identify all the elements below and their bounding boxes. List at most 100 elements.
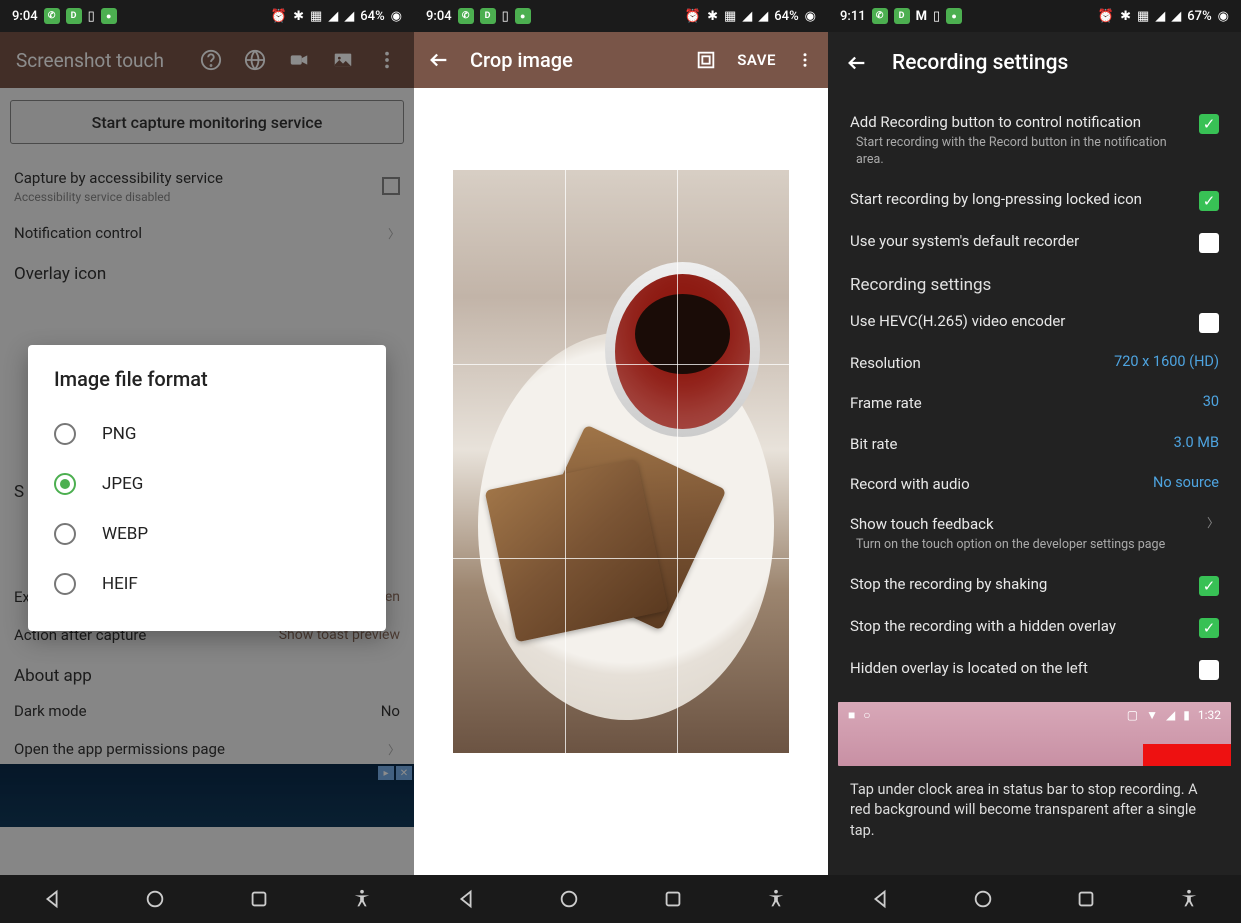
whatsapp-icon: ✆	[458, 8, 474, 24]
checkbox-checked-icon[interactable]: ✓	[1199, 114, 1219, 134]
checkbox-checked-icon[interactable]: ✓	[1199, 576, 1219, 596]
signal2-icon: ◢	[1171, 9, 1181, 24]
crop-toolbar: Crop image SAVE	[414, 32, 828, 88]
checkbox-icon[interactable]	[1199, 233, 1219, 253]
demo-preview: ■ ○ ▢ ▼ ◢ ▮ 1:32	[838, 702, 1231, 766]
phone-2-crop: 9:04 ✆ D ▯ ● ⏰ ✱ ▦ ◢ ◢ 64% ◉ Crop image …	[414, 0, 828, 923]
accessibility-icon[interactable]	[1178, 888, 1200, 910]
battery-icon: ◉	[1218, 9, 1229, 24]
back-icon[interactable]	[869, 888, 891, 910]
rec-icon: ○	[863, 708, 870, 722]
home-icon[interactable]	[144, 888, 166, 910]
settings-body: Add Recording button to control notifica…	[828, 94, 1241, 875]
recents-icon[interactable]	[662, 888, 684, 910]
battery-pct: 64%	[360, 9, 384, 24]
battery-icon: ◉	[391, 9, 402, 24]
radio-option-png[interactable]: PNG	[54, 409, 360, 459]
status-time: 9:11	[840, 9, 866, 24]
app-badge-icon: D	[480, 8, 496, 24]
video-icon: ■	[848, 708, 855, 722]
checkbox-icon[interactable]	[1199, 660, 1219, 680]
crop-canvas[interactable]	[414, 88, 828, 875]
back-icon[interactable]	[41, 888, 63, 910]
radio-label: PNG	[102, 424, 136, 444]
nav-bar	[0, 875, 414, 923]
radio-label: WEBP	[102, 524, 148, 544]
settings-toolbar: Recording settings	[828, 32, 1241, 94]
alarm-icon: ⏰	[1098, 9, 1114, 24]
hevc-row[interactable]: Use HEVC(H.265) video encoder	[850, 301, 1219, 343]
crop-handle-br[interactable]	[766, 730, 791, 755]
status-bar: 9:11 ✆ D M ▯ ● ⏰ ✱ ▦ ◢ ◢ 67% ◉	[828, 0, 1241, 32]
image-format-dialog: Image file format PNG JPEG WEBP HEIF	[28, 345, 386, 631]
row-value: No source	[1153, 474, 1219, 491]
touch-feedback-row[interactable]: Show touch feedback Turn on the touch op…	[850, 504, 1219, 564]
radio-option-webp[interactable]: WEBP	[54, 509, 360, 559]
demo-red-area	[1143, 744, 1231, 766]
row-label: Frame rate	[850, 393, 1191, 413]
crop-handle-bl[interactable]	[451, 730, 476, 755]
sim-icon: ▯	[88, 9, 95, 24]
crop-handle-tl[interactable]	[451, 168, 476, 193]
screen-body: Screenshot touch Start capture monitorin…	[0, 32, 414, 875]
accessibility-icon[interactable]	[351, 888, 373, 910]
aspect-icon[interactable]	[695, 49, 717, 71]
grid-line	[453, 364, 789, 365]
longpress-row[interactable]: Start recording by long-pressing locked …	[850, 179, 1219, 221]
radio-option-jpeg[interactable]: JPEG	[54, 459, 360, 509]
back-arrow-icon[interactable]	[428, 49, 450, 71]
back-icon[interactable]	[455, 888, 477, 910]
home-icon[interactable]	[558, 888, 580, 910]
settings-list[interactable]: Add Recording button to control notifica…	[828, 94, 1241, 875]
row-sub: Turn on the touch option on the develope…	[850, 537, 1207, 554]
wifi-icon: ▼	[1146, 708, 1158, 722]
resolution-row[interactable]: Resolution 720 x 1600 (HD)	[850, 343, 1219, 383]
radio-icon[interactable]	[54, 573, 76, 595]
nav-bar	[414, 875, 828, 923]
sim-icon: ▯	[933, 9, 940, 24]
shake-row[interactable]: Stop the recording by shaking ✓	[850, 564, 1219, 606]
row-label: Show touch feedback	[850, 514, 1207, 534]
row-label: Resolution	[850, 353, 1102, 373]
cast-icon: ▢	[1127, 708, 1138, 722]
bitrate-row[interactable]: Bit rate 3.0 MB	[850, 424, 1219, 464]
checkbox-icon[interactable]	[1199, 313, 1219, 333]
default-recorder-row[interactable]: Use your system's default recorder	[850, 221, 1219, 263]
accessibility-icon[interactable]	[765, 888, 787, 910]
row-sub: Start recording with the Record button i…	[850, 135, 1185, 169]
radio-icon[interactable]	[54, 423, 76, 445]
home-icon[interactable]	[972, 888, 994, 910]
overflow-icon[interactable]	[796, 49, 814, 71]
audio-row[interactable]: Record with audio No source	[850, 464, 1219, 504]
section-header: Recording settings	[850, 263, 1219, 301]
photo-preview[interactable]	[451, 168, 791, 755]
radio-icon[interactable]	[54, 523, 76, 545]
volte-icon: ▦	[310, 9, 322, 24]
app2-badge-icon: ●	[515, 8, 531, 24]
signal2-icon: ◢	[344, 9, 354, 24]
bluetooth-icon: ✱	[1120, 9, 1131, 24]
radio-label: JPEG	[102, 474, 143, 494]
volte-icon: ▦	[724, 9, 736, 24]
recents-icon[interactable]	[248, 888, 270, 910]
crop-title: Crop image	[470, 48, 675, 72]
checkbox-checked-icon[interactable]: ✓	[1199, 618, 1219, 638]
phone-3-recording-settings: 9:11 ✆ D M ▯ ● ⏰ ✱ ▦ ◢ ◢ 67% ◉ Recording…	[828, 0, 1241, 923]
row-label: Add Recording button to control notifica…	[850, 112, 1185, 132]
framerate-row[interactable]: Frame rate 30	[850, 383, 1219, 423]
crop-frame[interactable]	[451, 168, 791, 755]
back-arrow-icon[interactable]	[846, 52, 868, 74]
crop-handle-tr[interactable]	[766, 168, 791, 193]
checkbox-checked-icon[interactable]: ✓	[1199, 191, 1219, 211]
save-button[interactable]: SAVE	[737, 51, 776, 69]
row-value: 720 x 1600 (HD)	[1114, 353, 1219, 370]
hidden-overlay-row[interactable]: Stop the recording with a hidden overlay…	[850, 606, 1219, 648]
hidden-left-row[interactable]: Hidden overlay is located on the left	[850, 648, 1219, 690]
add-recording-button-row[interactable]: Add Recording button to control notifica…	[850, 102, 1219, 179]
alarm-icon: ⏰	[271, 9, 287, 24]
radio-option-heif[interactable]: HEIF	[54, 559, 360, 609]
row-label: Stop the recording by shaking	[850, 574, 1185, 594]
radio-selected-icon[interactable]	[54, 473, 76, 495]
recents-icon[interactable]	[1075, 888, 1097, 910]
battery-icon: ▮	[1183, 708, 1190, 722]
